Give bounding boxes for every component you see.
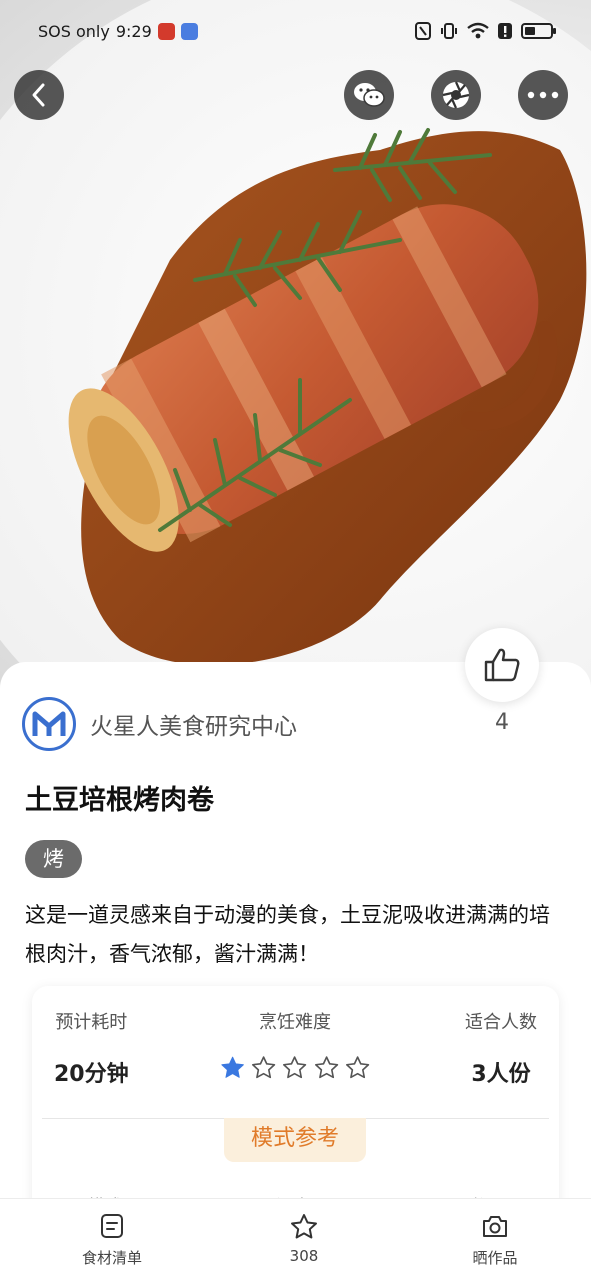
star-empty-icon [314, 1056, 338, 1079]
difficulty-column: 烹饪难度 [220, 1008, 370, 1080]
star-icon [291, 1214, 317, 1239]
back-button[interactable] [14, 70, 64, 120]
more-button[interactable] [518, 70, 568, 120]
ingredients-list-label: 食材清单 [81, 1249, 142, 1267]
star-filled-icon [221, 1056, 244, 1078]
like-count: 4 [495, 710, 509, 735]
notification-app-icon-2 [180, 23, 198, 40]
ingredients-list-tab[interactable]: 食材清单 [52, 1213, 172, 1268]
recipe-hero-image [0, 0, 591, 700]
camera-icon [483, 1216, 507, 1237]
nfc-icon [415, 22, 431, 40]
alert-icon [498, 23, 512, 39]
favorite-count: 308 [289, 1247, 319, 1265]
difficulty-stars [220, 1054, 370, 1080]
servings-value: 3人份 [471, 1062, 531, 1087]
share-work-label: 晒作品 [472, 1249, 518, 1267]
status-right [415, 22, 556, 40]
star-empty-icon [345, 1056, 370, 1079]
time-column: 预计耗时 20分钟 [54, 1008, 129, 1088]
author-row[interactable]: 火星人美食研究中心 [22, 697, 297, 751]
dish-illustration [0, 0, 591, 700]
battery-icon [521, 23, 556, 39]
wechat-icon [354, 83, 385, 107]
cooking-method-tag[interactable]: 烤 [25, 840, 82, 878]
recipe-title: 土豆培根烤肉卷 [25, 785, 214, 816]
more-icon [527, 91, 559, 99]
star-empty-icon [252, 1056, 276, 1079]
notification-app-icon [157, 23, 175, 40]
share-work-tab[interactable]: 晒作品 [435, 1213, 555, 1268]
moments-share-button[interactable] [431, 70, 481, 120]
time-value: 20分钟 [54, 1062, 129, 1087]
servings-label: 适合人数 [465, 1012, 537, 1033]
star-empty-icon [283, 1056, 307, 1079]
author-name[interactable]: 火星人美食研究中心 [90, 707, 297, 741]
status-bar: SOS only 9:29 [0, 0, 591, 66]
vibrate-icon [441, 23, 457, 39]
bottom-action-bar: 食材清单 308 晒作品 [0, 1198, 591, 1280]
like-button[interactable] [465, 628, 539, 702]
recipe-description: 这是一道灵感来自于动漫的美食，土豆泥吸收进满满的培根肉汁，香气浓郁，酱汁满满！ [25, 903, 550, 966]
share-wechat-button[interactable] [344, 70, 394, 120]
author-logo-icon [32, 711, 66, 736]
shutter-icon [442, 81, 470, 109]
thumbs-up-icon [484, 648, 520, 682]
status-time: 9:29 [115, 22, 152, 41]
wifi-icon [467, 22, 489, 39]
time-label: 预计耗时 [55, 1012, 128, 1033]
servings-column: 适合人数 3人份 [465, 1008, 537, 1088]
author-avatar[interactable] [22, 697, 76, 751]
status-left: SOS only 9:29 [38, 22, 198, 41]
difficulty-label: 烹饪难度 [259, 1012, 331, 1033]
list-icon [101, 1214, 123, 1238]
mode-reference-label: 模式参考 [224, 1118, 366, 1162]
back-icon [32, 83, 45, 107]
favorite-tab[interactable]: 308 [244, 1213, 364, 1265]
carrier-text: SOS only [38, 22, 110, 41]
recipe-info-panel: 预计耗时 20分钟 烹饪难度 适合人数 3人份 模式参考 模式 温度 时间 [32, 986, 559, 1226]
